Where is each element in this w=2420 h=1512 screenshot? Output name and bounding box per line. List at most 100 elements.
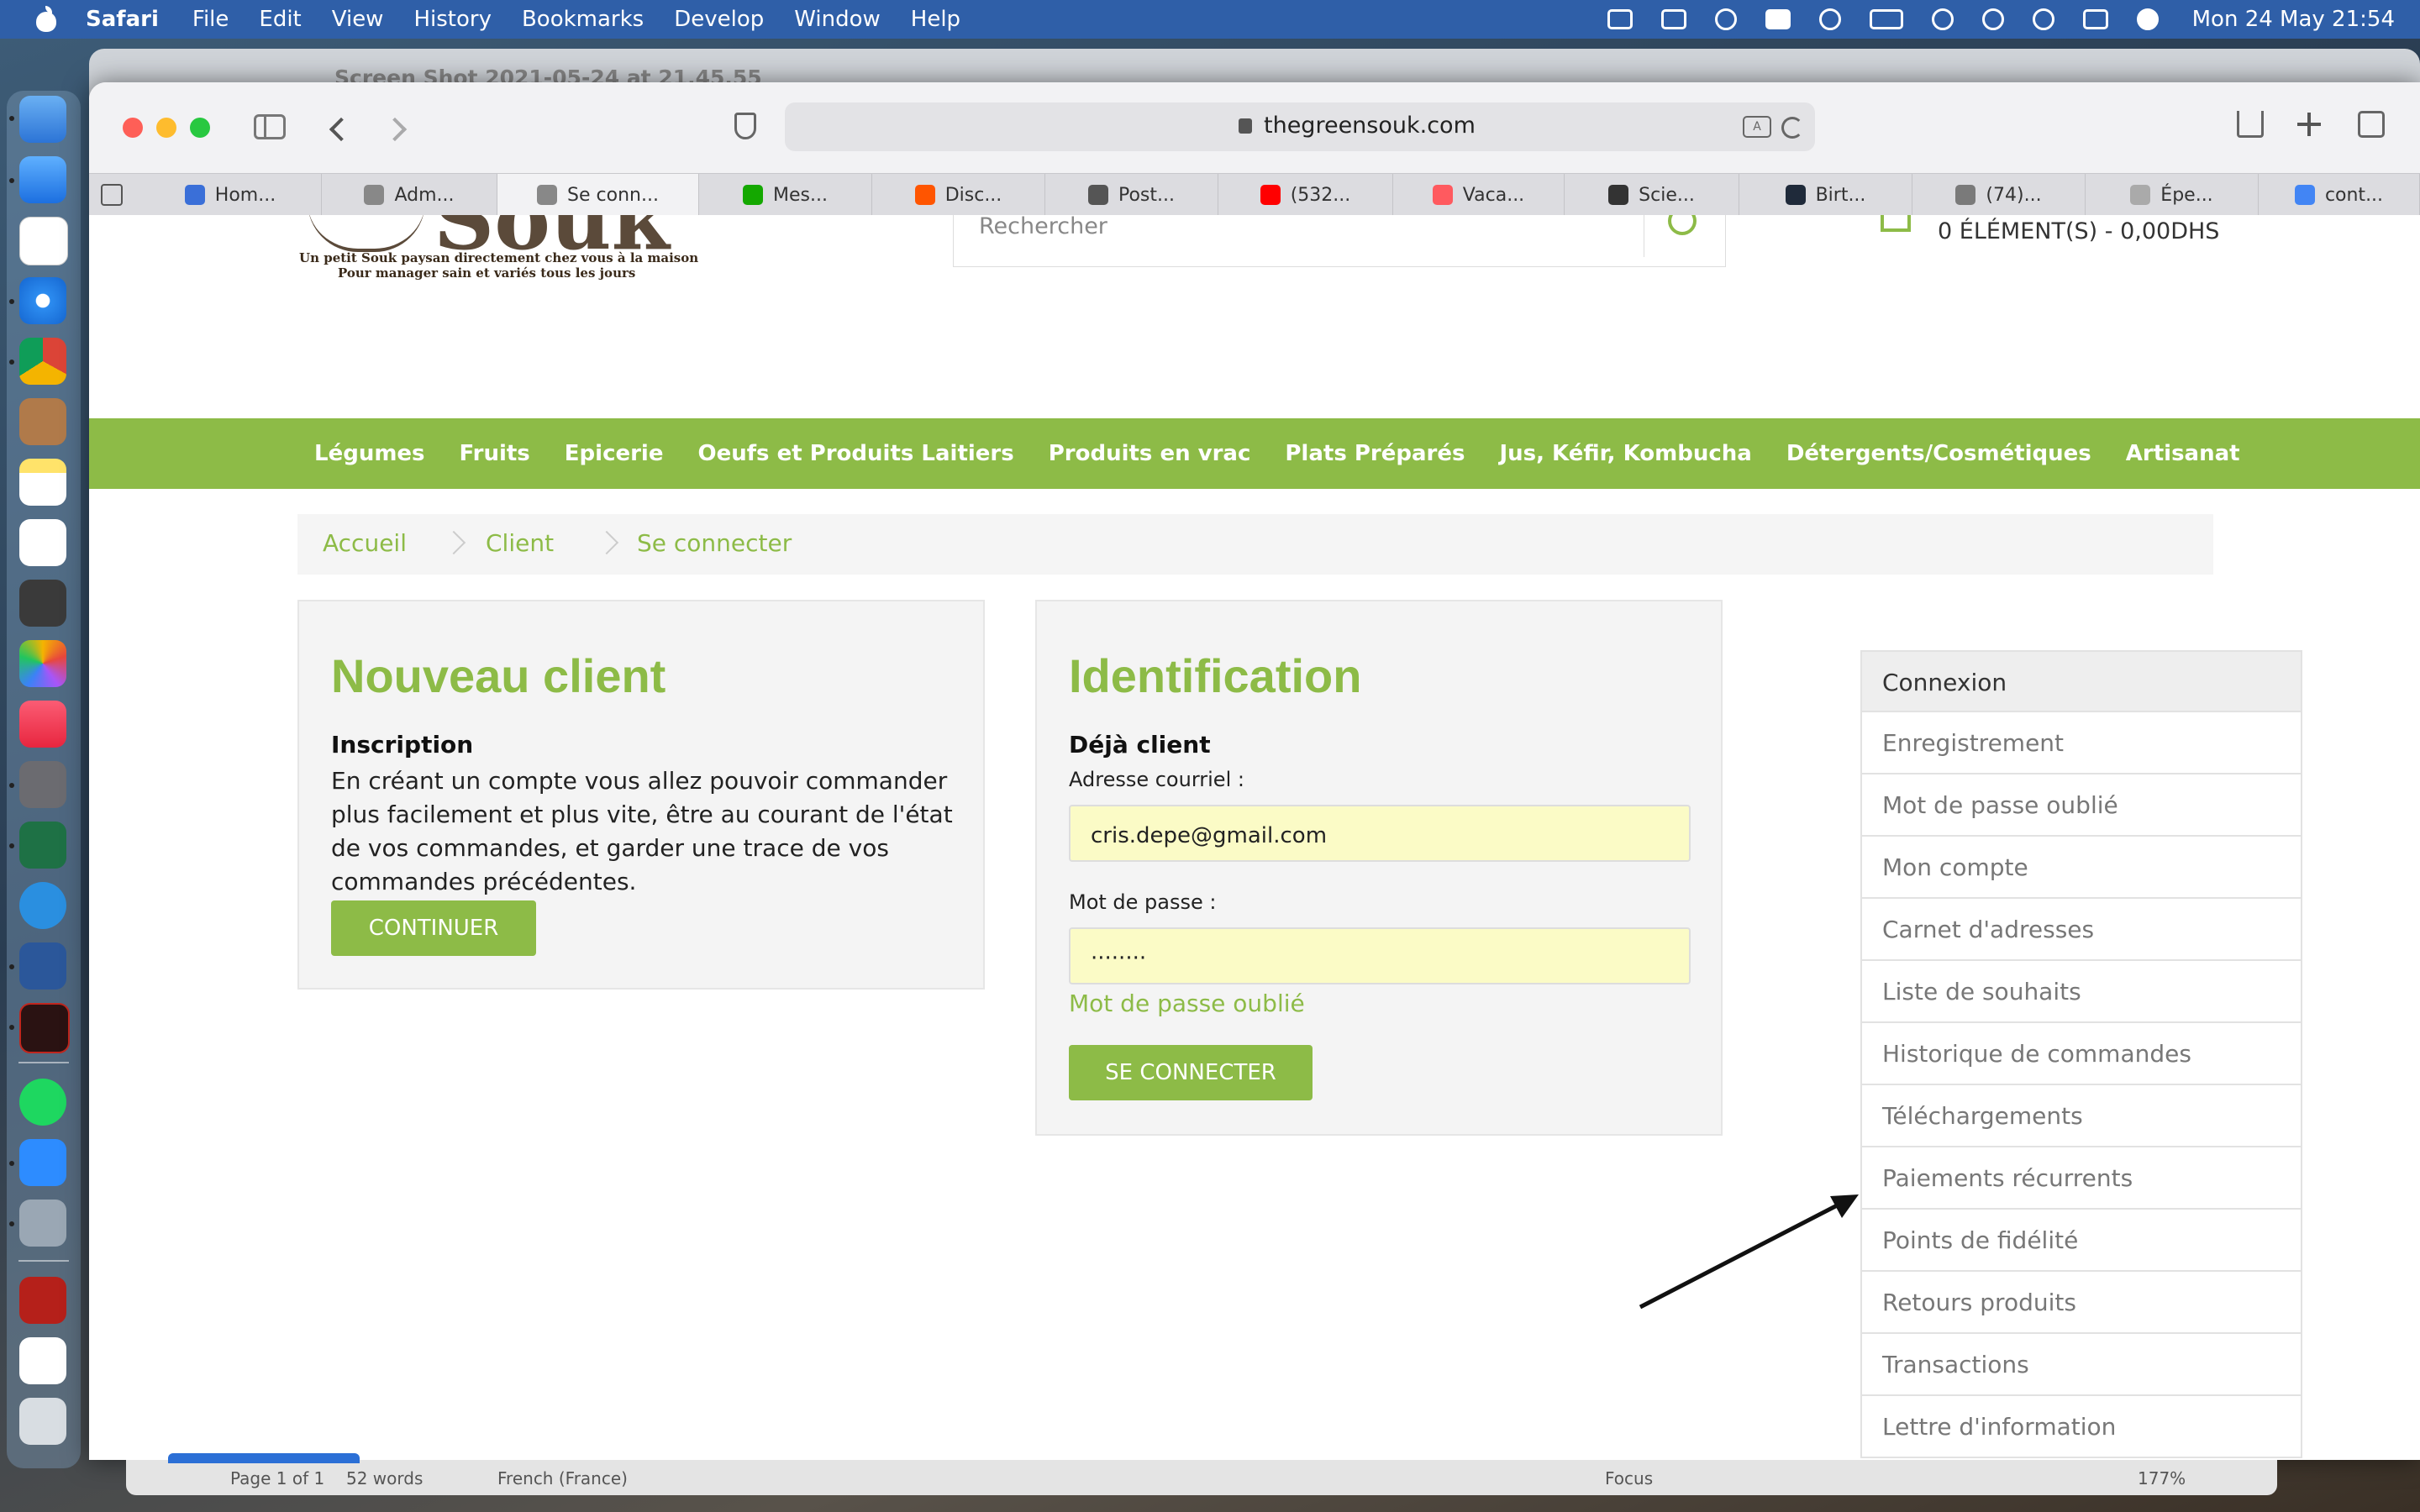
acrobat-icon[interactable]: [19, 1003, 70, 1053]
reload-icon[interactable]: [1781, 117, 1803, 139]
privacy-shield-icon[interactable]: [734, 113, 756, 139]
wifi-icon[interactable]: [1931, 8, 1954, 30]
time-machine-icon[interactable]: [1981, 8, 2004, 30]
browser-tab[interactable]: cont...: [2259, 174, 2420, 216]
menu-file[interactable]: File: [192, 7, 229, 32]
menu-clock[interactable]: Mon 24 May 21:54: [2192, 7, 2395, 32]
battery-icon[interactable]: [1869, 9, 1903, 29]
nav-artisanat[interactable]: Artisanat: [2126, 441, 2240, 466]
new-tab-icon[interactable]: [2296, 111, 2323, 138]
nav-detergents-cosmetiques[interactable]: Détergents/Cosmétiques: [1786, 441, 2091, 466]
account-menu-paiements-recurrents[interactable]: Paiements récurrents: [1860, 1147, 2302, 1210]
excel-icon[interactable]: [19, 822, 66, 869]
drive-icon[interactable]: [1660, 9, 1686, 29]
site-logo[interactable]: Souk Un petit Souk paysan directement ch…: [299, 215, 698, 291]
keychain-icon[interactable]: [19, 580, 66, 627]
nav-epicerie[interactable]: Epicerie: [565, 441, 664, 466]
login-button[interactable]: SE CONNECTER: [1069, 1045, 1313, 1100]
breadcrumb-se-connecter[interactable]: Se connecter: [637, 529, 792, 557]
nav-plats-prepares[interactable]: Plats Préparés: [1285, 441, 1465, 466]
word-page-count[interactable]: Page 1 of 1: [230, 1468, 324, 1488]
browser-tab[interactable]: (532...: [1218, 174, 1393, 216]
menu-bookmarks[interactable]: Bookmarks: [522, 7, 644, 32]
nav-fruits[interactable]: Fruits: [460, 441, 530, 466]
cart-icon[interactable]: [1881, 215, 1911, 232]
translate-icon[interactable]: A: [1743, 116, 1771, 138]
browser-tab[interactable]: Se conn...: [497, 174, 699, 216]
safari-icon[interactable]: [19, 277, 66, 324]
mail-icon[interactable]: [19, 156, 66, 203]
siri-icon[interactable]: [2136, 8, 2159, 30]
notes-icon[interactable]: [19, 459, 66, 506]
menu-history[interactable]: History: [413, 7, 492, 32]
finder-icon[interactable]: [19, 96, 66, 143]
browser-tab[interactable]: Post...: [1045, 174, 1218, 216]
apple-menu-icon[interactable]: [34, 6, 59, 33]
tab-overview-small-icon[interactable]: [101, 184, 123, 206]
chrome-icon[interactable]: [19, 338, 66, 385]
zoom-icon[interactable]: [1765, 9, 1791, 29]
word-word-count[interactable]: 52 words: [346, 1468, 423, 1488]
spotify-icon[interactable]: [19, 1079, 66, 1126]
forward-arrow-icon[interactable]: [382, 117, 408, 142]
menu-develop[interactable]: Develop: [674, 7, 764, 32]
email-field[interactable]: cris.depe@gmail.com: [1069, 805, 1691, 862]
cart-summary[interactable]: 0 ÉLÉMENT(S) - 0,00DHS: [1938, 218, 2219, 244]
account-menu-retours-produits[interactable]: Retours produits: [1860, 1272, 2302, 1334]
browser-tab[interactable]: Adm...: [322, 174, 497, 216]
browser-tab[interactable]: Vaca...: [1393, 174, 1565, 216]
account-menu-liste-souhaits[interactable]: Liste de souhaits: [1860, 961, 2302, 1023]
account-menu-historique-commandes[interactable]: Historique de commandes: [1860, 1023, 2302, 1085]
photos-icon[interactable]: [19, 640, 66, 687]
share-icon[interactable]: [2237, 111, 2264, 138]
word-focus[interactable]: Focus: [1605, 1468, 1653, 1488]
account-menu-connexion[interactable]: Connexion: [1860, 650, 2302, 712]
continue-button[interactable]: CONTINUER: [331, 900, 536, 956]
system-preferences-icon[interactable]: [19, 761, 66, 808]
maximize-window-icon[interactable]: [190, 118, 210, 138]
browser-tab[interactable]: Scie...: [1565, 174, 1739, 216]
browser-tab[interactable]: Hom...: [139, 174, 322, 216]
browser-tab[interactable]: Disc...: [872, 174, 1045, 216]
nav-legumes[interactable]: Légumes: [314, 441, 425, 466]
browser-tab[interactable]: (74)...: [1912, 174, 2086, 216]
account-menu-points-fidelite[interactable]: Points de fidélité: [1860, 1210, 2302, 1272]
browser-tab[interactable]: Mes...: [699, 174, 872, 216]
password-field[interactable]: ········: [1069, 927, 1691, 984]
breadcrumb-client[interactable]: Client: [486, 529, 554, 557]
search-box[interactable]: Rechercher: [953, 215, 1726, 267]
back-arrow-icon[interactable]: [329, 117, 354, 142]
cloud-icon[interactable]: [1714, 8, 1737, 30]
control-center-icon[interactable]: [2082, 9, 2108, 29]
skype-icon[interactable]: [19, 882, 66, 929]
close-window-icon[interactable]: [123, 118, 143, 138]
music-icon[interactable]: [19, 701, 66, 748]
word-icon[interactable]: [19, 942, 66, 990]
word-zoom[interactable]: 177%: [2138, 1468, 2186, 1488]
tab-overview-icon[interactable]: [2358, 111, 2385, 138]
account-menu-carnet-adresses[interactable]: Carnet d'adresses: [1860, 899, 2302, 961]
browser-tab[interactable]: Birt...: [1739, 174, 1912, 216]
contacts-icon[interactable]: [19, 398, 66, 445]
account-menu-telechargements[interactable]: Téléchargements: [1860, 1085, 2302, 1147]
nav-produits-en-vrac[interactable]: Produits en vrac: [1049, 441, 1251, 466]
forgot-password-link[interactable]: Mot de passe oublié: [1069, 990, 1305, 1017]
pdf-folder-icon[interactable]: [19, 1277, 66, 1324]
calendar-icon[interactable]: [19, 217, 68, 265]
dropbox-icon[interactable]: [1607, 9, 1633, 29]
spotlight-icon[interactable]: [2032, 8, 2054, 30]
address-bar[interactable]: thegreensouk.com A: [785, 102, 1815, 151]
menu-window[interactable]: Window: [794, 7, 881, 32]
breadcrumb-accueil[interactable]: Accueil: [323, 529, 407, 557]
sidebar-toggle-icon[interactable]: [254, 114, 286, 139]
menu-edit[interactable]: Edit: [259, 7, 301, 32]
minimize-window-icon[interactable]: [156, 118, 176, 138]
preview-icon[interactable]: [19, 1200, 66, 1247]
reminders-icon[interactable]: [19, 519, 66, 566]
nav-oeufs-produits-laitiers[interactable]: Oeufs et Produits Laitiers: [697, 441, 1013, 466]
nav-jus-kefir-kombucha[interactable]: Jus, Kéfir, Kombucha: [1499, 441, 1751, 466]
account-menu-enregistrement[interactable]: Enregistrement: [1860, 712, 2302, 774]
menu-help[interactable]: Help: [911, 7, 960, 32]
bluetooth-icon[interactable]: [1818, 8, 1841, 30]
app-menu[interactable]: Safari: [86, 7, 159, 32]
